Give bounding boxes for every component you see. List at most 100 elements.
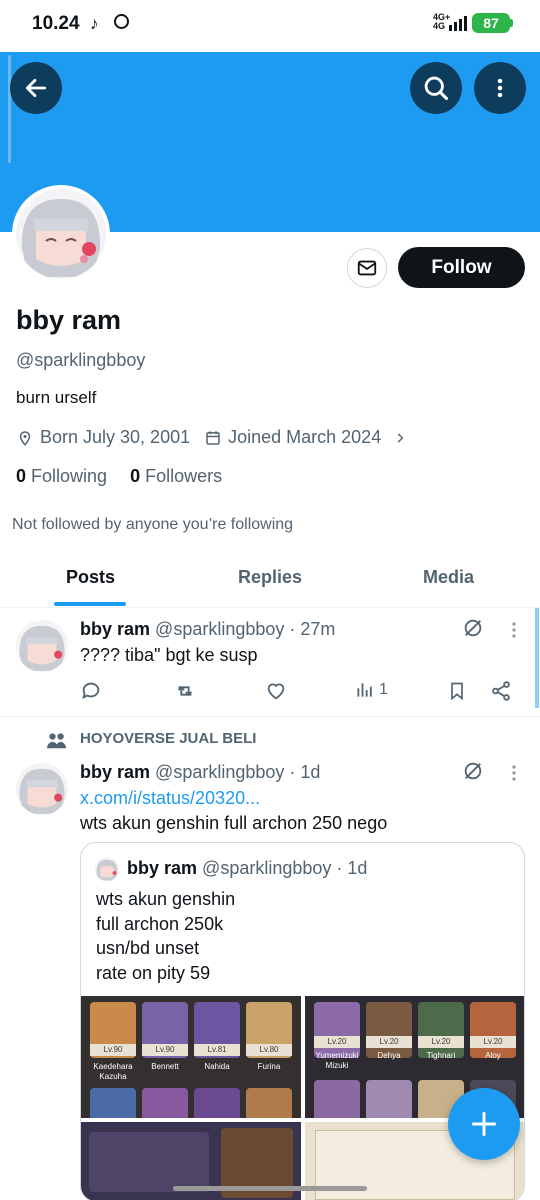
home-indicator[interactable] xyxy=(173,1186,367,1191)
post-text: ???? tiba" bgt ke susp xyxy=(80,645,258,665)
quote-avatar xyxy=(95,857,119,881)
character-level: Lv.90 xyxy=(90,1044,136,1056)
character-level: Lv.20 xyxy=(314,1036,360,1048)
character-name: Nahida xyxy=(204,1062,230,1071)
character-name: Bennett xyxy=(151,1062,179,1071)
reply-icon xyxy=(82,682,100,700)
character-portrait xyxy=(418,1002,464,1058)
divider xyxy=(0,607,540,608)
character-level: Lv.20 xyxy=(366,1036,412,1048)
divider xyxy=(0,716,540,717)
character-portrait xyxy=(246,1088,292,1118)
tab-media[interactable]: Media xyxy=(423,567,474,588)
profile-bio: burn urself xyxy=(16,388,97,407)
bar-chart-icon xyxy=(357,683,372,697)
share-button[interactable] xyxy=(490,680,512,702)
media-image[interactable]: Lv.90 Lv.90 Lv.81 Lv.80 Kaedehara Kazuha… xyxy=(81,996,301,1118)
character-name: Kaedehara Kazuha xyxy=(93,1062,133,1081)
mail-icon xyxy=(357,260,377,276)
follow-button[interactable]: Follow xyxy=(398,247,525,288)
more-vertical-icon[interactable] xyxy=(508,621,520,639)
post-link[interactable]: x.com/i/status/20320... xyxy=(80,788,260,809)
share-icon xyxy=(492,681,510,701)
character-portrait xyxy=(366,1002,412,1058)
character-name: Yumemizuki Mizuki xyxy=(315,1051,359,1070)
views-button[interactable]: 1 xyxy=(355,680,388,700)
character-name: Dehya xyxy=(377,1051,401,1060)
repost-icon xyxy=(177,686,193,696)
quote-text-line: full archon 250k xyxy=(96,914,224,934)
post-avatar[interactable] xyxy=(16,763,68,815)
tab-replies[interactable]: Replies xyxy=(238,567,302,588)
signal-icon xyxy=(449,15,467,31)
like-button[interactable] xyxy=(265,680,287,702)
repost-button[interactable] xyxy=(173,680,197,702)
profile-avatar[interactable] xyxy=(12,185,110,283)
scroll-indicator xyxy=(535,608,539,708)
character-portrait xyxy=(194,1088,240,1118)
tiktok-icon: ♪ xyxy=(90,14,99,33)
avatar-image xyxy=(16,189,106,279)
grok-icon[interactable] xyxy=(462,760,484,782)
character-level: Lv.20 xyxy=(470,1036,516,1048)
avatar-image xyxy=(16,620,68,672)
character-name: Furina xyxy=(257,1062,281,1071)
profile-meta: Born July 30, 2001 Joined March 2024 xyxy=(16,427,413,448)
not-followed-notice: Not followed by anyone you’re following xyxy=(12,516,294,533)
search-icon xyxy=(424,76,449,101)
community-label[interactable]: HOYOVERSE JUAL BELI xyxy=(80,730,256,747)
post-meta: @sparklingbboy · 1d xyxy=(155,762,321,782)
chat-bubble-icon xyxy=(114,14,129,29)
compose-button[interactable] xyxy=(448,1088,520,1160)
born-date: Born July 30, 2001 xyxy=(40,427,191,447)
grok-icon[interactable] xyxy=(462,617,484,639)
reply-button[interactable] xyxy=(80,680,102,702)
character-portrait xyxy=(142,1088,188,1118)
post-header: bby ram @sparklingbboy · 27m xyxy=(80,619,335,640)
bookmark-icon xyxy=(451,682,463,701)
profile-handle: @sparklingbboy xyxy=(16,350,146,370)
more-options-button[interactable] xyxy=(474,62,526,114)
more-vertical-icon[interactable] xyxy=(508,764,520,782)
heart-icon xyxy=(267,683,285,700)
quote-header: bby ram @sparklingbboy · 1d xyxy=(127,858,368,878)
character-portrait xyxy=(90,1088,136,1118)
post-avatar[interactable] xyxy=(16,620,68,672)
joined-date: Joined March 2024 xyxy=(228,427,382,447)
arrow-left-icon xyxy=(25,79,47,97)
character-level: Lv.80 xyxy=(246,1044,292,1056)
post-meta: @sparklingbboy · 27m xyxy=(155,619,336,639)
post-header: bby ram @sparklingbboy · 1d xyxy=(80,762,320,783)
calendar-icon xyxy=(206,430,220,445)
followers-link[interactable]: 0 Followers xyxy=(130,466,222,486)
character-portrait xyxy=(470,1002,516,1058)
post-author[interactable]: bby ram xyxy=(80,619,150,639)
character-portrait xyxy=(314,1080,360,1118)
chevron-right-icon[interactable] xyxy=(393,431,407,445)
quote-text-line: rate on pity 59 xyxy=(96,963,211,983)
scroll-indicator xyxy=(8,55,11,163)
back-button[interactable] xyxy=(10,62,62,114)
character-portrait xyxy=(314,1002,360,1058)
profile-name: bby ram xyxy=(16,305,122,335)
network-type: 4G+ 4G xyxy=(433,12,451,31)
follow-counts: 0 Following 0 Followers xyxy=(16,466,222,487)
following-link[interactable]: 0 Following xyxy=(16,466,107,486)
status-time: 10.24 xyxy=(32,13,80,34)
birthday-location-icon xyxy=(19,430,31,446)
status-bar: 10.24 ♪ 4G+ 4G 87 xyxy=(0,0,540,52)
more-vertical-icon xyxy=(497,78,503,98)
character-portrait xyxy=(366,1080,412,1118)
character-name: Aloy xyxy=(485,1051,501,1060)
search-button[interactable] xyxy=(410,62,462,114)
inventory-panel xyxy=(89,1132,209,1192)
quote-text-line: usn/bd unset xyxy=(96,938,200,958)
character-level: Lv.90 xyxy=(142,1044,188,1056)
tab-posts[interactable]: Posts xyxy=(66,567,115,588)
avatar-image xyxy=(95,857,119,881)
bookmark-button[interactable] xyxy=(447,680,467,702)
avatar-image xyxy=(16,763,68,815)
post-author[interactable]: bby ram xyxy=(80,762,150,782)
message-button[interactable] xyxy=(347,248,387,288)
character-name: Tighnari xyxy=(426,1051,456,1060)
